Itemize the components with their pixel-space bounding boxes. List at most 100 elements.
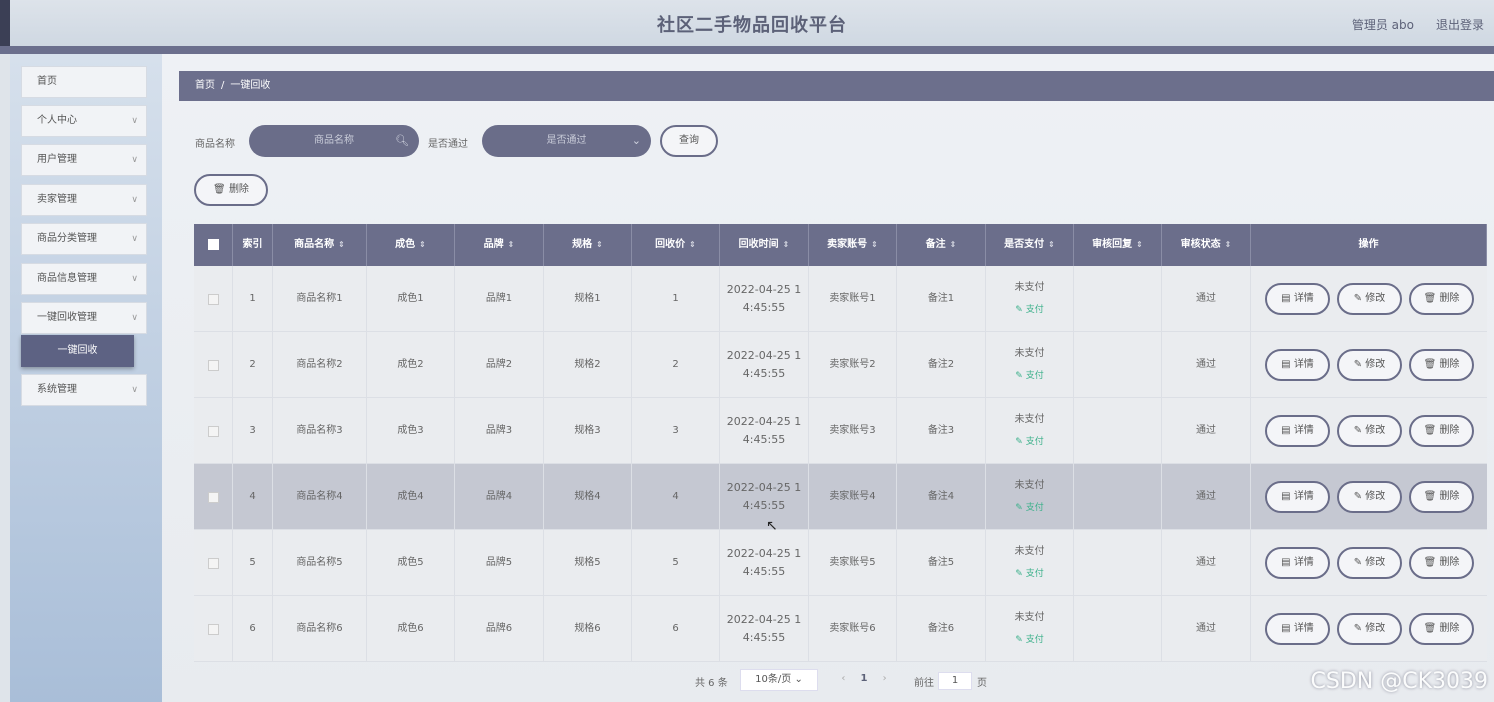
- sidebar-item-1[interactable]: 个人中心 ∨: [21, 105, 147, 137]
- cell-actions: ▤ 详情 ✎ 修改 🗑︎ 删除: [1251, 596, 1487, 662]
- edit-button[interactable]: ✎ 修改: [1337, 547, 1402, 579]
- sidebar-item-7[interactable]: 系统管理 ∨: [21, 374, 147, 406]
- cell-brand-text: 品牌1: [485, 293, 513, 304]
- column-header-4[interactable]: 规格 ⇕: [544, 224, 632, 266]
- goto-page-input[interactable]: 1: [938, 672, 972, 690]
- sidebar-item-0[interactable]: 首页: [21, 66, 147, 98]
- edit-button[interactable]: ✎ 修改: [1337, 613, 1402, 645]
- query-button[interactable]: 查询: [660, 125, 718, 157]
- sidebar-item-6[interactable]: 一键回收管理 ∨: [21, 302, 147, 334]
- cell-name: 商品名称6: [273, 596, 367, 662]
- next-page-icon[interactable]: ›: [883, 673, 887, 684]
- cell-pay-status: 未支付 ✎ 支付: [986, 398, 1074, 464]
- cell-reply: [1074, 332, 1162, 398]
- sidebar-item-5[interactable]: 商品信息管理 ∨: [21, 263, 147, 295]
- cell-seller: 卖家账号5: [809, 530, 897, 596]
- row-checkbox[interactable]: [194, 530, 233, 596]
- column-header-8[interactable]: 备注 ⇕: [897, 224, 986, 266]
- column-header-10[interactable]: 审核回复 ⇕: [1074, 224, 1162, 266]
- table-row: 4 商品名称4 成色4 品牌4 规格4 4 2022-04-25 1 4:45:55 卖家账号4…: [194, 464, 1487, 530]
- edit-button[interactable]: ✎ 修改: [1337, 283, 1402, 315]
- delete-button[interactable]: 🗑︎ 删除: [1409, 415, 1474, 447]
- edit-button[interactable]: ✎ 修改: [1337, 415, 1402, 447]
- pay-link[interactable]: ✎ 支付: [1015, 301, 1043, 319]
- edit-button[interactable]: ✎ 修改: [1337, 349, 1402, 381]
- sidebar-item-3[interactable]: 卖家管理 ∨: [21, 184, 147, 216]
- sort-icon[interactable]: ⇕: [1048, 240, 1055, 249]
- column-header-2[interactable]: 成色 ⇕: [367, 224, 455, 266]
- name-search-input[interactable]: 商品名称 🔍︎: [249, 125, 419, 157]
- pay-link[interactable]: ✎ 支付: [1015, 631, 1043, 649]
- sidebar-item-4[interactable]: 商品分类管理 ∨: [21, 223, 147, 255]
- cell-index: 3: [233, 398, 273, 464]
- cell-seller: 卖家账号4: [809, 464, 897, 530]
- detail-button[interactable]: ▤ 详情: [1265, 349, 1330, 381]
- row-checkbox[interactable]: [194, 398, 233, 464]
- sort-icon[interactable]: ⇕: [871, 240, 878, 249]
- cell-condition: 成色5: [367, 530, 455, 596]
- detail-button[interactable]: ▤ 详情: [1265, 481, 1330, 513]
- page-size-select[interactable]: 10条/页 ⌄: [740, 669, 818, 691]
- pay-link[interactable]: ✎ 支付: [1015, 433, 1043, 451]
- delete-button[interactable]: 🗑︎ 删除: [1409, 481, 1474, 513]
- pay-link[interactable]: ✎ 支付: [1015, 499, 1043, 517]
- edit-button-label: 修改: [1365, 359, 1386, 370]
- delete-button[interactable]: 🗑︎ 删除: [1409, 547, 1474, 579]
- sort-icon[interactable]: ⇕: [508, 240, 515, 249]
- sort-icon[interactable]: ⇕: [689, 240, 696, 249]
- cell-seller-text: 卖家账号3: [829, 425, 876, 436]
- row-checkbox[interactable]: [194, 266, 233, 332]
- row-checkbox[interactable]: [194, 332, 233, 398]
- column-header-3[interactable]: 品牌 ⇕: [455, 224, 544, 266]
- time-line-1: 2022-04-25 1: [726, 283, 802, 296]
- column-header-5[interactable]: 回收价 ⇕: [632, 224, 720, 266]
- sort-icon[interactable]: ⇕: [950, 240, 957, 249]
- cell-status: 通过: [1162, 530, 1251, 596]
- pass-select[interactable]: 是否通过 ⌄: [482, 125, 651, 157]
- cell-reply: [1074, 530, 1162, 596]
- detail-button-label: 详情: [1293, 557, 1314, 568]
- sort-icon[interactable]: ⇕: [596, 240, 603, 249]
- cell-price: 3: [632, 398, 720, 464]
- breadcrumb: 首页 / 一键回收: [179, 71, 1494, 101]
- sort-icon[interactable]: ⇕: [419, 240, 426, 249]
- sort-icon[interactable]: ⇕: [1225, 240, 1232, 249]
- pay-link[interactable]: ✎ 支付: [1015, 565, 1043, 583]
- detail-button[interactable]: ▤ 详情: [1265, 547, 1330, 579]
- delete-button[interactable]: 🗑︎ 删除: [1409, 613, 1474, 645]
- select-all-checkbox[interactable]: [194, 224, 233, 266]
- sort-icon[interactable]: ⇕: [783, 240, 790, 249]
- column-header-7[interactable]: 卖家账号 ⇕: [809, 224, 897, 266]
- sort-icon[interactable]: ⇕: [1136, 240, 1143, 249]
- header-stripe: [0, 46, 1494, 54]
- column-header-1[interactable]: 商品名称 ⇕: [273, 224, 367, 266]
- sidebar-item-2[interactable]: 用户管理 ∨: [21, 144, 147, 176]
- column-header-11[interactable]: 审核状态 ⇕: [1162, 224, 1251, 266]
- breadcrumb-home[interactable]: 首页: [195, 80, 215, 91]
- delete-button[interactable]: 🗑︎ 删除: [1409, 283, 1474, 315]
- logout-link[interactable]: 退出登录: [1436, 16, 1484, 33]
- row-checkbox[interactable]: [194, 464, 233, 530]
- detail-button[interactable]: ▤ 详情: [1265, 415, 1330, 447]
- row-checkbox[interactable]: [194, 596, 233, 662]
- pay-link[interactable]: ✎ 支付: [1015, 367, 1043, 385]
- cell-name: 商品名称1: [273, 266, 367, 332]
- cell-status-text: 通过: [1196, 491, 1216, 502]
- detail-button[interactable]: ▤ 详情: [1265, 613, 1330, 645]
- delete-button[interactable]: 🗑︎ 删除: [1409, 349, 1474, 381]
- column-header-9[interactable]: 是否支付 ⇕: [986, 224, 1074, 266]
- detail-button-label: 详情: [1293, 425, 1314, 436]
- cell-spec: 规格3: [544, 398, 632, 464]
- detail-button[interactable]: ▤ 详情: [1265, 283, 1330, 315]
- submenu-item-active[interactable]: 一键回收: [21, 335, 134, 367]
- pay-link-label: 支付: [1025, 635, 1044, 645]
- column-header-6[interactable]: 回收时间 ⇕: [720, 224, 809, 266]
- cell-brand-text: 品牌5: [485, 557, 513, 568]
- cell-seller: 卖家账号1: [809, 266, 897, 332]
- sort-icon[interactable]: ⇕: [338, 240, 345, 249]
- edit-button[interactable]: ✎ 修改: [1337, 481, 1402, 513]
- batch-delete-button[interactable]: 🗑︎ 删除: [194, 174, 268, 206]
- current-page[interactable]: 1: [861, 673, 868, 684]
- chevron-down-icon: ∨: [131, 234, 138, 244]
- prev-page-icon[interactable]: ‹: [841, 673, 845, 684]
